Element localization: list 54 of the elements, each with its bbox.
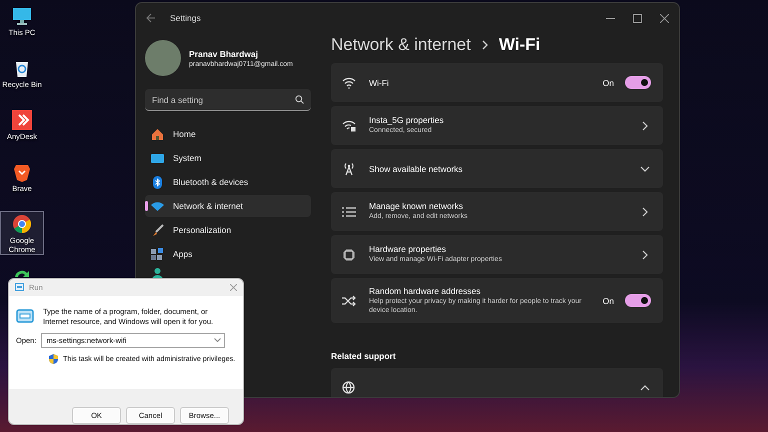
app-grid-icon (151, 248, 164, 260)
card-title: Manage known networks (369, 201, 464, 212)
run-program-icon (16, 308, 34, 323)
nav-item[interactable]: Home (145, 123, 311, 145)
wifi-icon (151, 200, 164, 212)
nav-item[interactable]: Network & internet (145, 195, 311, 217)
shield-icon (49, 354, 58, 364)
search-icon (295, 95, 304, 104)
section-heading: Related support (331, 351, 397, 361)
lion-shield-icon (12, 162, 32, 182)
nav-item[interactable]: Personalization (145, 219, 311, 241)
chrome-icon (12, 214, 32, 234)
close-button[interactable] (660, 14, 669, 22)
wifi-lock-icon (342, 120, 356, 132)
monitor-icon (12, 6, 32, 26)
toggle-label: On (602, 78, 614, 88)
toggle-switch[interactable] (625, 76, 651, 89)
close-icon (660, 14, 669, 22)
maximize-button[interactable] (633, 14, 642, 22)
toggle-switch[interactable] (625, 294, 651, 307)
search-field[interactable]: Find a setting (145, 89, 311, 111)
toggle-label: On (602, 296, 614, 306)
close-icon (230, 284, 237, 291)
house-icon (151, 128, 164, 140)
run-window-icon (15, 283, 24, 292)
list-icon (342, 206, 356, 218)
settings-card[interactable]: Wi-Fi On (331, 63, 663, 102)
avatar (145, 40, 181, 76)
page-title: Wi-Fi (498, 35, 540, 55)
antenna-icon (342, 162, 356, 176)
nav-item[interactable]: Apps (145, 243, 311, 265)
user-name: Pranav Bhardwaj (189, 48, 259, 58)
paintbrush-icon (151, 224, 164, 236)
breadcrumb-chevron-icon (480, 40, 489, 50)
back-arrow-icon (146, 13, 156, 23)
window-title: Settings (170, 13, 201, 23)
breadcrumb-link[interactable]: Network & internet (331, 35, 471, 55)
card-title: Wi-Fi (369, 78, 390, 88)
card-title: Random hardware addresses (369, 286, 482, 296)
nav-item[interactable]: Bluetooth & devices (145, 171, 311, 193)
card-title: Insta_5G properties (369, 115, 445, 126)
card-title: Hardware properties (369, 244, 448, 254)
maximize-icon (633, 14, 642, 22)
globe-icon (342, 381, 355, 394)
anydesk-icon (12, 110, 32, 130)
settings-card[interactable]: Show available networks (331, 149, 663, 188)
bluetooth-icon (151, 176, 164, 188)
chip-icon (342, 248, 356, 262)
nav-item[interactable]: System (145, 147, 311, 169)
shuffle-icon (342, 294, 356, 306)
display-icon (151, 152, 164, 164)
wifi-icon (342, 76, 356, 88)
card-title: Show available networks (369, 164, 464, 174)
dropdown-caret-icon (214, 338, 222, 343)
